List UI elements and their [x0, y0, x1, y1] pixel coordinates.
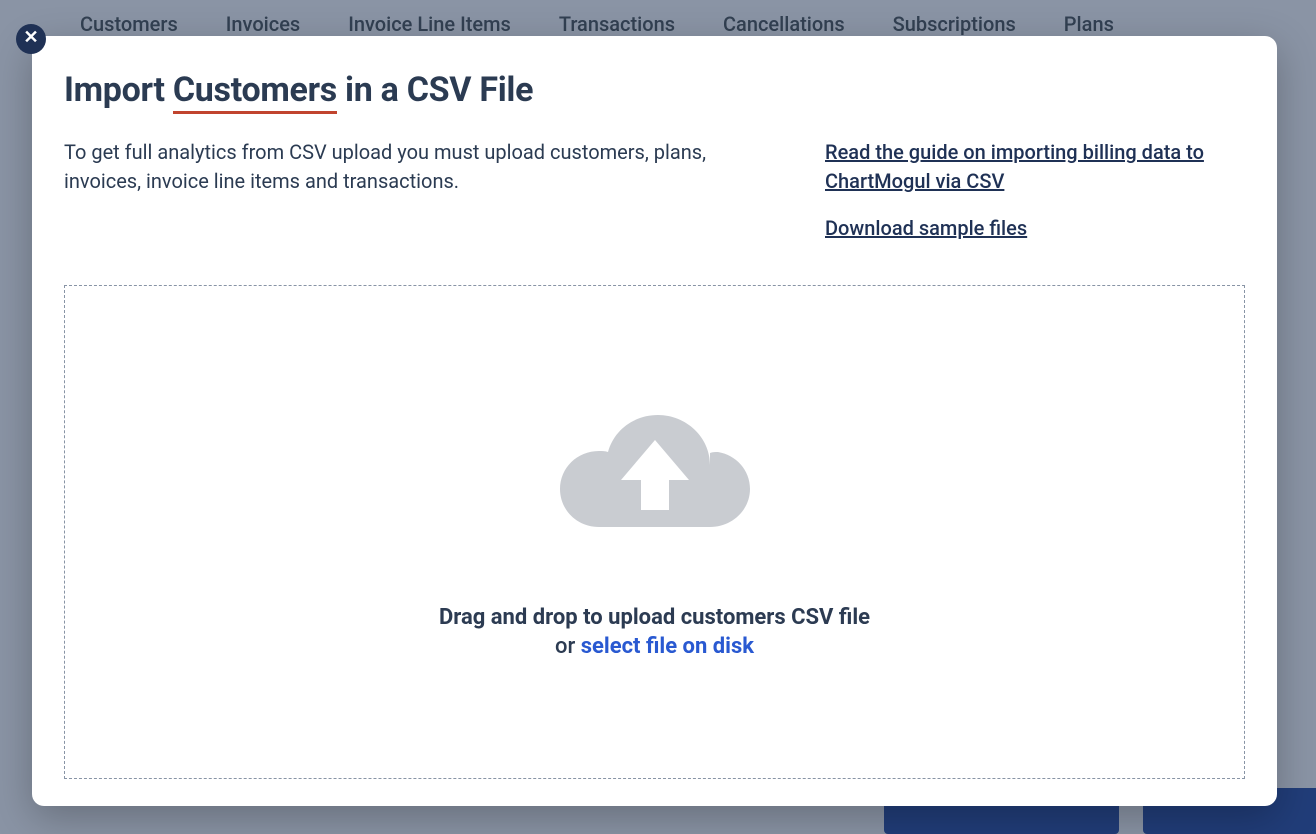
modal-links-column: Read the guide on importing billing data… [825, 138, 1245, 243]
bg-tab-customers[interactable]: Customers [80, 12, 178, 36]
modal-title-entity: Customers [173, 70, 337, 114]
import-modal: Import Customers in a CSV File To get fu… [32, 36, 1277, 806]
bg-tab-cancellations[interactable]: Cancellations [723, 12, 845, 36]
file-dropzone[interactable]: Drag and drop to upload customers CSV fi… [64, 285, 1245, 779]
bg-tab-subscriptions[interactable]: Subscriptions [893, 12, 1016, 36]
bg-tab-invoice-line-items[interactable]: Invoice Line Items [348, 12, 511, 36]
modal-title: Import Customers in a CSV File [64, 70, 1245, 110]
modal-title-prefix: Import [64, 70, 173, 110]
modal-info-row: To get full analytics from CSV upload yo… [64, 138, 1245, 243]
bg-tab-invoices[interactable]: Invoices [226, 12, 300, 36]
bg-tab-plans[interactable]: Plans [1064, 12, 1114, 36]
select-file-link[interactable]: select file on disk [581, 634, 754, 659]
dropzone-or: or [555, 634, 581, 659]
bg-tab-transactions[interactable]: Transactions [559, 12, 675, 36]
modal-info-text: To get full analytics from CSV upload yo… [64, 138, 744, 243]
link-download-samples[interactable]: Download sample files [825, 214, 1245, 243]
link-import-guide[interactable]: Read the guide on importing billing data… [825, 138, 1245, 196]
upload-cloud-icon [550, 405, 760, 545]
close-modal-button[interactable]: ✕ [16, 24, 46, 54]
close-icon: ✕ [23, 29, 38, 47]
dropzone-subtext: or select file on disk [555, 634, 754, 659]
modal-title-suffix: in a CSV File [337, 70, 533, 110]
dropzone-text: Drag and drop to upload customers CSV fi… [439, 605, 870, 630]
